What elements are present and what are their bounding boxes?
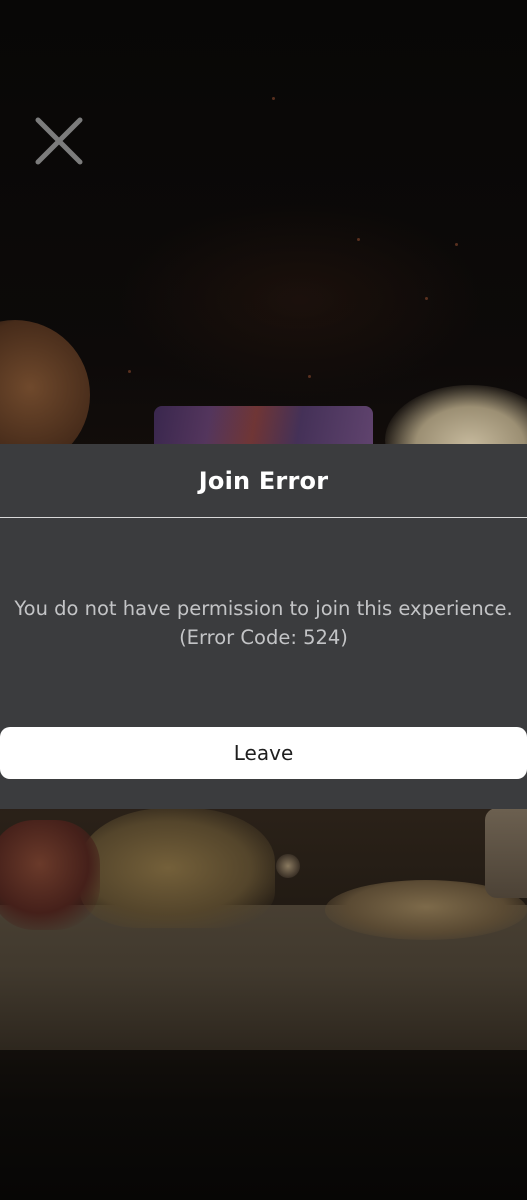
error-message: You do not have permission to join this … bbox=[0, 594, 527, 652]
dialog-divider bbox=[0, 517, 527, 518]
close-icon bbox=[35, 117, 83, 165]
background-cup bbox=[485, 808, 527, 898]
background-plate bbox=[325, 880, 527, 940]
background-spark bbox=[357, 238, 360, 241]
error-message-text: You do not have permission to join this … bbox=[14, 597, 513, 620]
background-spark bbox=[272, 97, 275, 100]
background-figure bbox=[0, 820, 100, 930]
join-error-dialog: Join Error You do not have permission to… bbox=[0, 444, 527, 809]
error-code-text: (Error Code: 524) bbox=[179, 626, 348, 649]
background-spark bbox=[128, 370, 131, 373]
dialog-title: Join Error bbox=[198, 466, 329, 495]
background-spark bbox=[308, 375, 311, 378]
game-screen: Join Error You do not have permission to… bbox=[0, 0, 527, 1200]
background-spark bbox=[425, 297, 428, 300]
close-button[interactable] bbox=[32, 114, 86, 168]
background-knob bbox=[276, 854, 300, 878]
leave-button-label: Leave bbox=[233, 741, 294, 765]
leave-button[interactable]: Leave bbox=[0, 727, 527, 779]
background-spark bbox=[455, 243, 458, 246]
background-pot bbox=[80, 808, 275, 928]
dialog-header: Join Error bbox=[0, 444, 527, 517]
background-table bbox=[0, 905, 527, 1050]
